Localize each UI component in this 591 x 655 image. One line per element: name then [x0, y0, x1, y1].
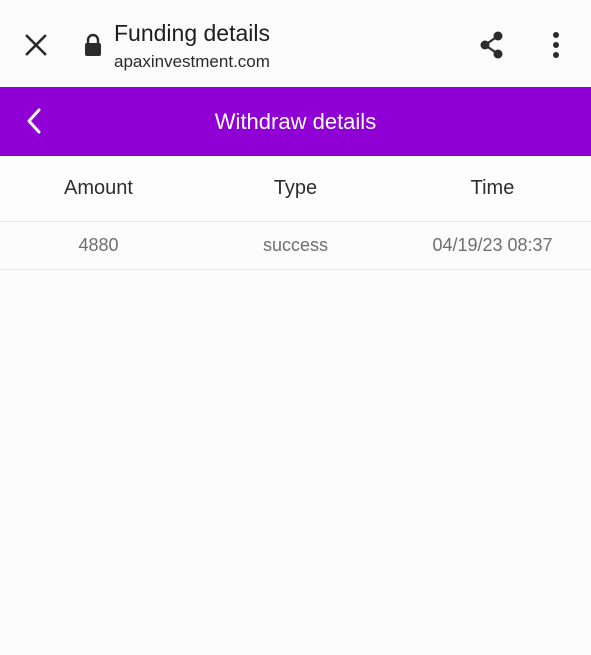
cell-time: 04/19/23 08:37	[432, 235, 553, 255]
browser-toolbar: Funding details apaxinvestment.com	[0, 0, 591, 87]
close-button[interactable]	[16, 25, 56, 65]
cell-amount: 4880	[78, 235, 119, 255]
column-header-type: Type	[273, 177, 318, 199]
more-options-button[interactable]	[536, 25, 576, 65]
table-row: 4880 success 04/19/23 08:37	[0, 222, 591, 270]
lock-icon	[85, 33, 101, 56]
app-header: Withdraw details	[0, 87, 591, 156]
cell-type: success	[262, 235, 329, 255]
share-button[interactable]	[472, 25, 512, 65]
page-url[interactable]: apaxinvestment.com	[114, 52, 270, 72]
withdraw-table: Amount Type Time 4880 success 04/19/23 0…	[0, 156, 591, 270]
column-header-amount: Amount	[64, 177, 133, 199]
share-icon	[480, 31, 503, 59]
page-title: Funding details	[114, 20, 270, 46]
column-header-time: Time	[470, 177, 515, 199]
close-icon	[25, 34, 47, 56]
header-title: Withdraw details	[214, 109, 377, 134]
more-vert-icon	[553, 32, 559, 58]
chevron-left-icon	[27, 108, 41, 134]
table-header: Amount Type Time	[0, 156, 591, 222]
back-button[interactable]	[14, 101, 54, 141]
